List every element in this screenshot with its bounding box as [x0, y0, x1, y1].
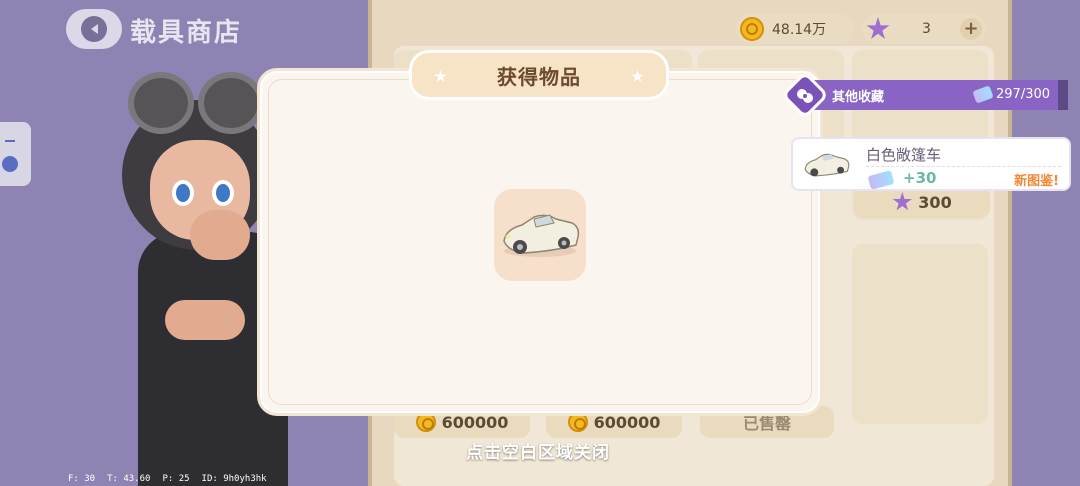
progress-end-cap [1058, 80, 1068, 110]
debug-info: F: 30 T: 43.60 P: 25 ID: 9h0yh3hk [68, 474, 267, 484]
modal-title-tab: 获得物品 [409, 50, 669, 100]
character-hand [190, 210, 250, 260]
debug-f: F: 30 [68, 474, 96, 484]
debug-p: P: 25 [162, 474, 190, 484]
add-star-button[interactable]: + [960, 18, 982, 40]
chevron-left-icon [81, 16, 107, 42]
modal-title: 获得物品 [497, 64, 581, 89]
character-arm [165, 300, 245, 340]
character-eye [212, 180, 234, 206]
collection-icon [793, 84, 817, 108]
star-icon [866, 17, 890, 39]
star-icon [892, 192, 912, 211]
goggles-icon [128, 72, 268, 138]
coin-counter: 48.14万 [736, 14, 854, 44]
close-hint[interactable]: 点击空白区域关闭 [466, 438, 610, 463]
debug-t: T: 43.60 [107, 474, 151, 484]
reward-item-tile[interactable] [494, 189, 586, 281]
white-convertible-car-icon [804, 153, 850, 177]
star-price: 300 [918, 192, 952, 212]
points-gained: +30 [903, 169, 937, 187]
star-counter: 3 + [862, 14, 986, 44]
star-icon [434, 70, 447, 82]
back-button[interactable] [66, 9, 122, 49]
debug-id: ID: 9h0yh3hk [201, 474, 267, 484]
coin-amount: 48.14万 [772, 22, 827, 38]
collection-bar: 其他收藏 297/300 [780, 70, 1068, 120]
menu-icon [2, 156, 18, 172]
page-title: 载具商店 [130, 18, 243, 48]
coin-icon [740, 17, 764, 41]
character-eye [172, 180, 194, 206]
new-item-notification: 白色敞篷车 +30 新图鉴! [791, 137, 1071, 191]
star-amount: 3 [922, 21, 931, 37]
side-tab[interactable] [0, 122, 31, 186]
background-right [1010, 0, 1080, 486]
new-collection-badge: 新图鉴! [1014, 174, 1059, 189]
white-convertible-car-icon [503, 214, 580, 257]
minus-icon [5, 140, 15, 142]
collection-progress: 297/300 [996, 87, 1051, 102]
item-name: 白色敞篷车 [866, 146, 942, 164]
collection-label: 其他收藏 [832, 89, 885, 105]
star-icon [631, 70, 644, 82]
ticket-icon [972, 85, 994, 104]
ticket-icon [867, 170, 895, 190]
shop-card[interactable] [852, 244, 988, 424]
divider [866, 166, 1061, 167]
